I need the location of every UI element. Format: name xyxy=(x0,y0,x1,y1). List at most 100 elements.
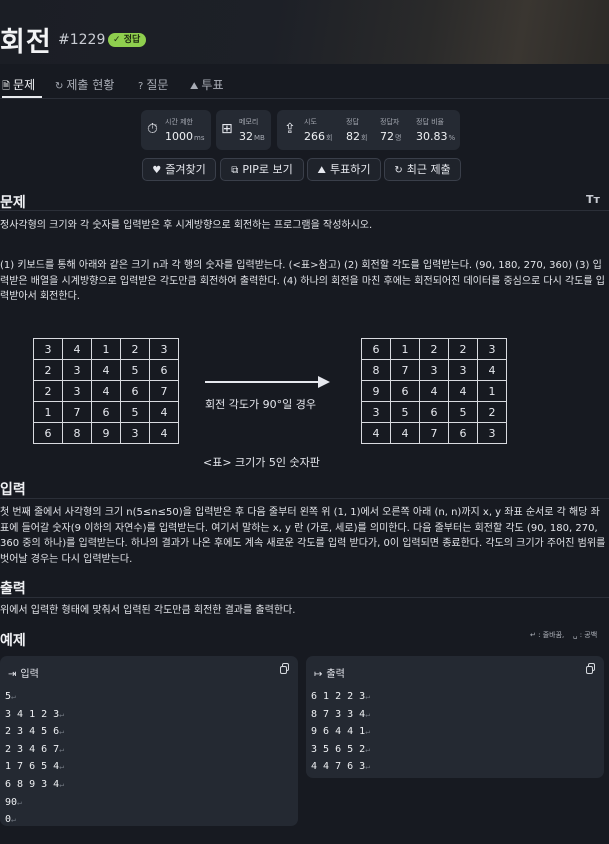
newline-marker-icon: ↵ xyxy=(365,762,371,772)
newline-marker-icon: ↵ xyxy=(11,692,16,701)
vote-icon: ⛰ xyxy=(317,165,326,176)
problem-header: 회전 #1229 ✓ 정답 xyxy=(0,0,609,64)
table-cell: 2 xyxy=(477,401,507,423)
problem-title: 회전 xyxy=(0,27,52,58)
problem-section-title: 문제 xyxy=(0,195,26,211)
table-cell: 4 xyxy=(448,380,478,402)
vote-button[interactable]: ⛰ 투표하기 xyxy=(307,158,381,181)
table-cell: 2 xyxy=(33,380,63,402)
table-cell: 9 xyxy=(361,380,391,402)
table-cell: 4 xyxy=(361,422,391,444)
tab-submissions[interactable]: ↻ 제출 현황 xyxy=(55,76,114,93)
table-cell: 6 xyxy=(149,359,179,381)
table-row: 44763 xyxy=(361,422,507,444)
stat-memory-unit: MB xyxy=(254,134,265,142)
table-cell: 1 xyxy=(477,380,507,402)
table-cell: 6 xyxy=(390,380,420,402)
pip-button[interactable]: ⧉ PIP로 보기 xyxy=(220,158,304,181)
example-line: 0↵ xyxy=(5,811,64,829)
table-cell: 2 xyxy=(448,338,478,360)
output-icon: ↦ xyxy=(314,669,323,680)
example-line-text: 3 4 1 2 3 xyxy=(5,708,60,720)
table-cell: 4 xyxy=(91,359,121,381)
example-line: 6 8 9 3 4↵ xyxy=(5,776,64,794)
stat-tries-unit: 회 xyxy=(326,134,333,142)
stat-solvers-unit: 명 xyxy=(395,134,402,142)
table-cell: 3 xyxy=(149,338,179,360)
history-icon: ↻ xyxy=(55,81,64,92)
history-icon: ↻ xyxy=(394,165,403,176)
tab-problem[interactable]: 🗎 문제 xyxy=(2,76,35,96)
table-row: 61223 xyxy=(361,338,507,360)
table-cell: 1 xyxy=(91,338,121,360)
problem-section-rule xyxy=(0,210,609,211)
stat-time-number: 1000 xyxy=(165,130,193,143)
stat-solvers-value: 72명 xyxy=(380,130,401,143)
example-line: 3 5 6 5 2↵ xyxy=(311,741,370,759)
solved-badge: ✓ 정답 xyxy=(108,33,147,47)
recent-submission-button[interactable]: ↻ 최근 제출 xyxy=(384,158,461,181)
copy-input-icon[interactable] xyxy=(280,663,290,674)
table-row: 35652 xyxy=(361,401,507,423)
check-icon: ✓ xyxy=(113,35,121,45)
stat-submissions: ⇪ 시도 266회 정답 82회 정답자 72명 정답 비율 30.83% xyxy=(277,110,460,150)
solved-badge-label: 정답 xyxy=(123,35,141,45)
example-line: 90↵ xyxy=(5,794,64,812)
table-row: 87334 xyxy=(361,359,507,381)
table-cell: 1 xyxy=(33,401,63,423)
stat-solvers-label: 정답자 xyxy=(380,118,400,126)
stat-memory: ⊞ 메모리 32MB xyxy=(216,110,271,150)
example-line-text: 1 7 6 5 4 xyxy=(5,761,60,773)
problem-details: (1) 키보드를 통해 아래와 같은 크기 n과 각 행의 숫자를 입력받는다.… xyxy=(0,260,605,302)
table-row: 23467 xyxy=(33,380,179,402)
stat-tries-value: 266회 xyxy=(304,130,332,143)
example-line: 5↵ xyxy=(5,688,64,706)
text-size-button[interactable]: Tт xyxy=(586,193,600,206)
input-section-rule xyxy=(0,498,609,499)
table-cell: 3 xyxy=(33,338,63,360)
tab-questions-label: 질문 xyxy=(146,78,169,92)
example-line-text: 4 4 7 6 3 xyxy=(311,761,366,773)
problem-number: #1229 xyxy=(58,32,106,48)
document-icon: 🗎 xyxy=(2,81,11,92)
input-description: 첫 번째 줄에서 사각형의 크기 n(5≤n≤50)을 입력받은 후 다음 줄부… xyxy=(0,507,606,565)
stat-correct-value: 82회 xyxy=(346,130,367,143)
stat-ratio-value: 30.83% xyxy=(416,130,455,143)
example-line-text: 2 3 4 6 7 xyxy=(5,743,60,755)
stat-tries-number: 266 xyxy=(304,130,325,143)
table-cell: 4 xyxy=(149,401,179,423)
example-output-lines: 6 1 2 2 3↵ 8 7 3 3 4↵ 9 6 4 4 1↵ 3 5 6 5 2↵… xyxy=(311,688,370,776)
example-line: 1 7 6 5 4↵ xyxy=(5,758,64,776)
favorite-button[interactable]: ♥ 즐겨찾기 xyxy=(142,158,216,181)
arrow-caption: 회전 각도가 90°일 경우 xyxy=(205,398,316,411)
stat-memory-number: 32 xyxy=(239,130,253,143)
table-cell: 3 xyxy=(62,380,92,402)
stat-time-label: 시간 제한 xyxy=(165,118,193,126)
newline-marker-icon: ↵ xyxy=(365,744,371,754)
vote-icon: ⛰ xyxy=(190,81,199,92)
tab-questions[interactable]: ? 질문 xyxy=(138,76,168,93)
input-icon: ⇥ xyxy=(8,669,17,680)
table-cell: 6 xyxy=(419,401,449,423)
table-cell: 1 xyxy=(390,338,420,360)
output-section-rule xyxy=(0,597,609,598)
tab-vote-label: 투표 xyxy=(201,78,224,92)
example-input-box: ⇥ 입력 5↵ 3 4 1 2 3↵ 2 3 4 5 6↵ 2 3 4 6 7↵ 1 7 … xyxy=(0,656,298,826)
stat-solvers-number: 72 xyxy=(380,130,394,143)
favorite-label: 즐겨찾기 xyxy=(165,163,206,176)
example-line: 6 1 2 2 3↵ xyxy=(311,688,370,706)
upload-icon: ⇪ xyxy=(284,121,296,137)
example-line-text: 9 6 4 4 1 xyxy=(311,726,366,738)
example-line: 9 6 4 4 1↵ xyxy=(311,723,370,741)
space-legend: ␣ : 공백 xyxy=(573,630,597,640)
example-line: 3 4 1 2 3↵ xyxy=(5,706,64,724)
example-section-title: 예제 xyxy=(0,633,26,649)
table-cell: 3 xyxy=(120,422,150,444)
output-description: 위에서 입력한 형태에 맞춰서 입력된 각도만큼 회전한 결과를 출력한다. xyxy=(0,605,296,616)
table-cell: 2 xyxy=(33,359,63,381)
tab-vote[interactable]: ⛰ 투표 xyxy=(190,76,224,93)
copy-output-icon[interactable] xyxy=(586,663,596,674)
table-before: 3412323456234671765468934 xyxy=(33,338,179,444)
table-row: 96441 xyxy=(361,380,507,402)
arrow-right-icon xyxy=(318,376,330,388)
